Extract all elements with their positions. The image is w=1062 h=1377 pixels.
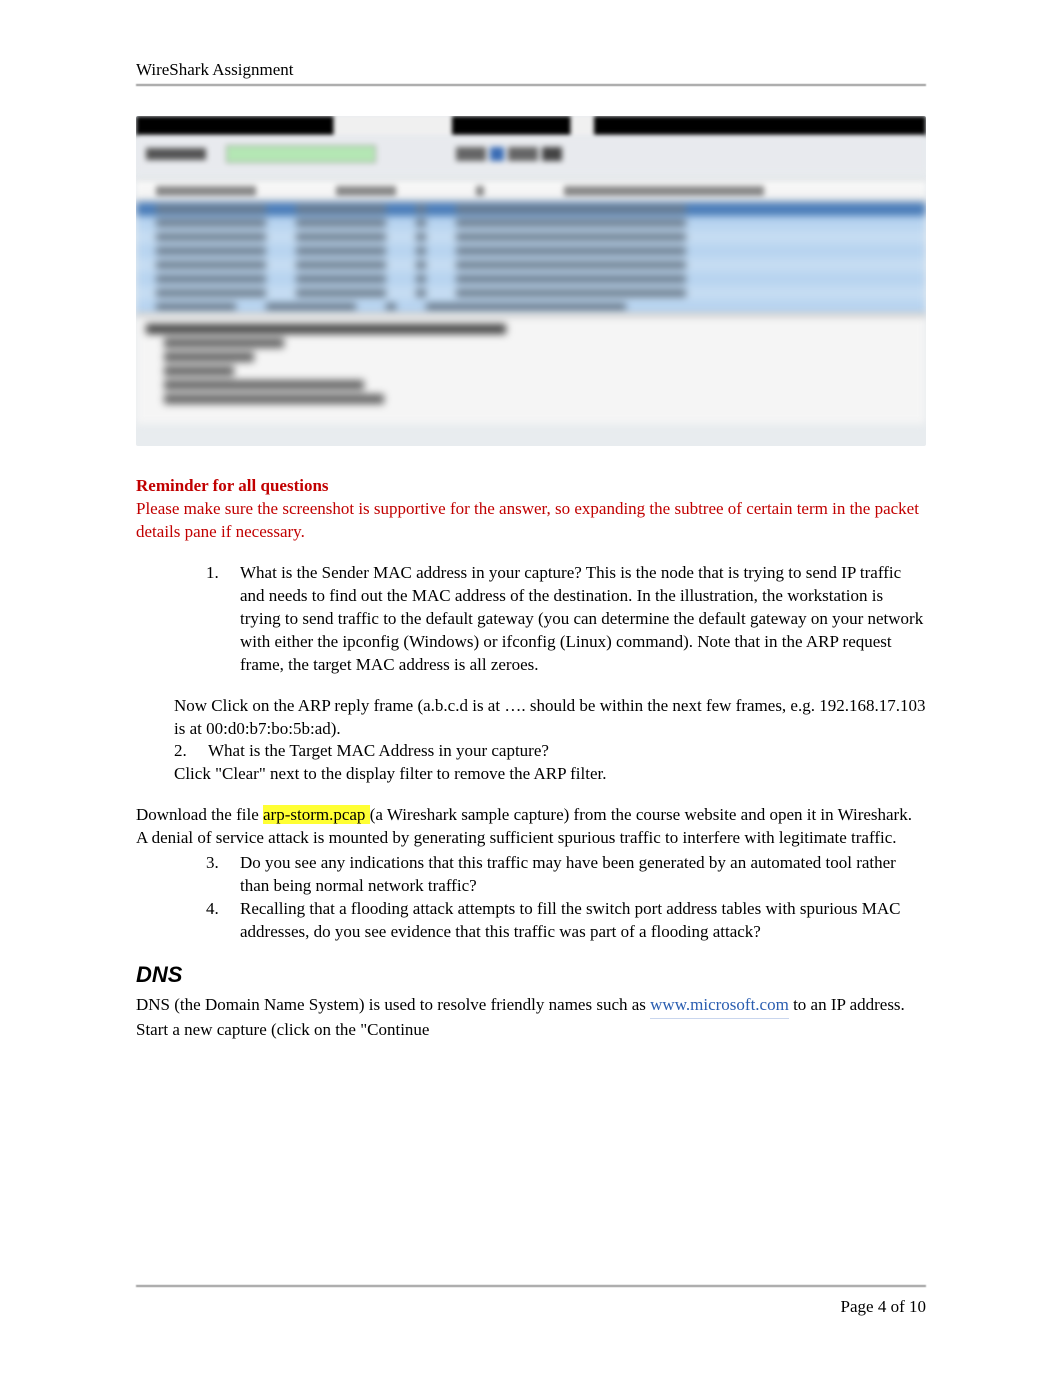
- q3-text: Do you see any indications that this tra…: [240, 852, 926, 898]
- dns-body: DNS (the Domain Name System) is used to …: [136, 994, 926, 1042]
- dns-link[interactable]: www.microsoft.com: [650, 995, 789, 1014]
- q4-text: Recalling that a flooding attack attempt…: [240, 898, 926, 944]
- download-pre: Download the file: [136, 805, 263, 824]
- q1-number: 1.: [206, 562, 240, 677]
- header-rule: [136, 84, 926, 86]
- q1-text: What is the Sender MAC address in your c…: [240, 562, 926, 677]
- footer-rule: [136, 1285, 926, 1287]
- page-number: Page 4 of 10: [136, 1297, 926, 1317]
- q2-number: 2.: [174, 740, 208, 763]
- reminder-body: Please make sure the screenshot is suppo…: [136, 498, 926, 544]
- download-filename-highlight: arp-storm.pcap: [263, 805, 370, 824]
- reminder-heading: Reminder for all questions: [136, 476, 926, 496]
- download-paragraph: Download the file arp-storm.pcap (a Wire…: [136, 804, 926, 850]
- q2-text: What is the Target MAC Address in your c…: [208, 740, 926, 763]
- wireshark-screenshot: [136, 116, 926, 446]
- q3-number: 3.: [206, 852, 240, 898]
- q4-number: 4.: [206, 898, 240, 944]
- running-header: WireShark Assignment: [136, 60, 926, 80]
- dns-body-pre: DNS (the Domain Name System) is used to …: [136, 995, 650, 1014]
- dns-heading: DNS: [136, 962, 926, 988]
- arp-reply-note: Now Click on the ARP reply frame (a.b.c.…: [174, 695, 926, 741]
- clear-filter-note: Click "Clear" next to the display filter…: [174, 763, 926, 786]
